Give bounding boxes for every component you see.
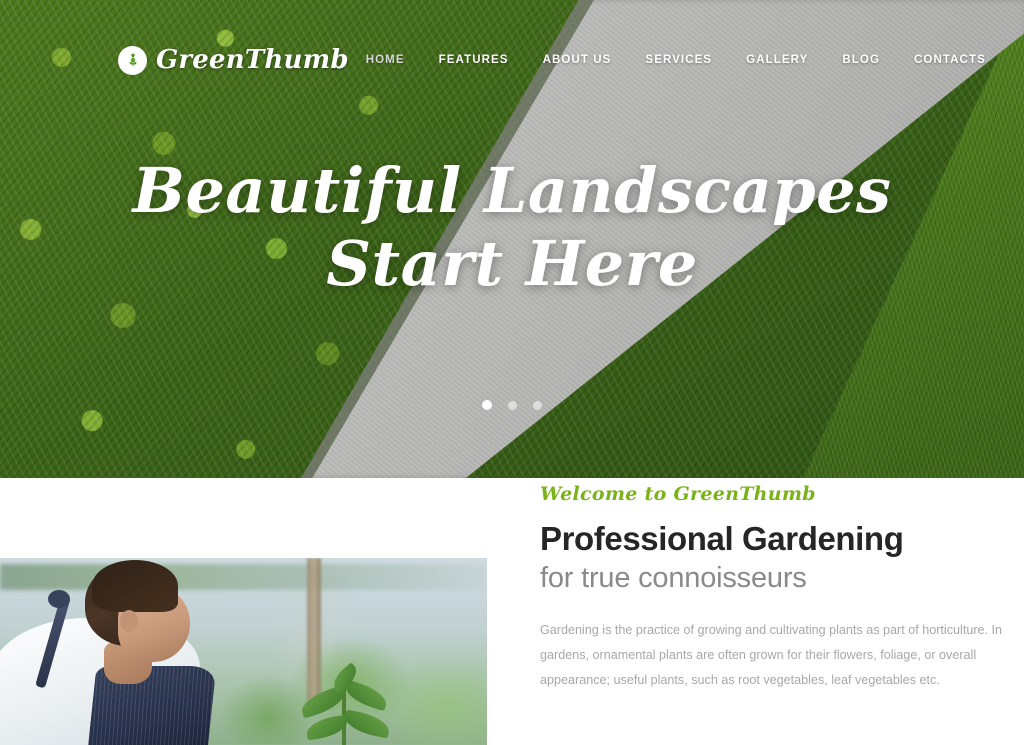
intro-heading: Professional Gardening: [540, 520, 904, 557]
plant-leaf: [342, 709, 392, 739]
intro-section: Welcome to GreenThumb Professional Garde…: [0, 478, 1024, 745]
nav-item-contacts[interactable]: CONTACTS: [897, 54, 1003, 66]
hero-title-line-1: Beautiful Landscapes: [132, 154, 892, 227]
intro-text-column: Welcome to GreenThumb Professional Garde…: [540, 478, 1010, 693]
intro-subheading: for true connoisseurs: [540, 561, 807, 594]
potted-plant-sprig: [290, 662, 400, 745]
logo[interactable]: GreenThumb: [118, 45, 349, 75]
hero-title-line-2: Start Here: [326, 226, 698, 300]
gardener-photo: [0, 558, 487, 745]
intro-body-text: Gardening is the practice of growing and…: [540, 622, 1003, 688]
nav-item-services[interactable]: SERVICES: [628, 54, 729, 66]
nav-item-blog[interactable]: BLOG: [825, 54, 897, 66]
logo-text: GreenThumb: [156, 45, 349, 75]
gardener-apron-knot: [48, 590, 70, 608]
nav-item-about-us[interactable]: ABOUT US: [526, 54, 629, 66]
site-header: GreenThumb HOME FEATURES ABOUT US SERVIC…: [0, 0, 1024, 120]
nav-item-home[interactable]: HOME: [349, 54, 422, 66]
gardener-ear: [120, 610, 138, 632]
slider-dot-2[interactable]: [508, 400, 517, 410]
slider-dot-3[interactable]: [533, 400, 542, 410]
photo-shelf: [0, 564, 487, 590]
intro-eyebrow: Welcome to GreenThumb: [540, 483, 816, 505]
slider-dot-1[interactable]: [482, 400, 492, 410]
tulip-flower-icon: [118, 45, 147, 75]
nav-item-features[interactable]: FEATURES: [422, 54, 526, 66]
hero-section: GreenThumb HOME FEATURES ABOUT US SERVIC…: [0, 0, 1024, 478]
hero-slider-dots: [0, 400, 1024, 410]
hero-title: Beautiful Landscapes Start Here: [0, 154, 1024, 300]
gardener-hair: [92, 560, 178, 612]
main-navigation: HOME FEATURES ABOUT US SERVICES GALLERY …: [349, 54, 1003, 66]
nav-item-gallery[interactable]: GALLERY: [729, 54, 825, 66]
